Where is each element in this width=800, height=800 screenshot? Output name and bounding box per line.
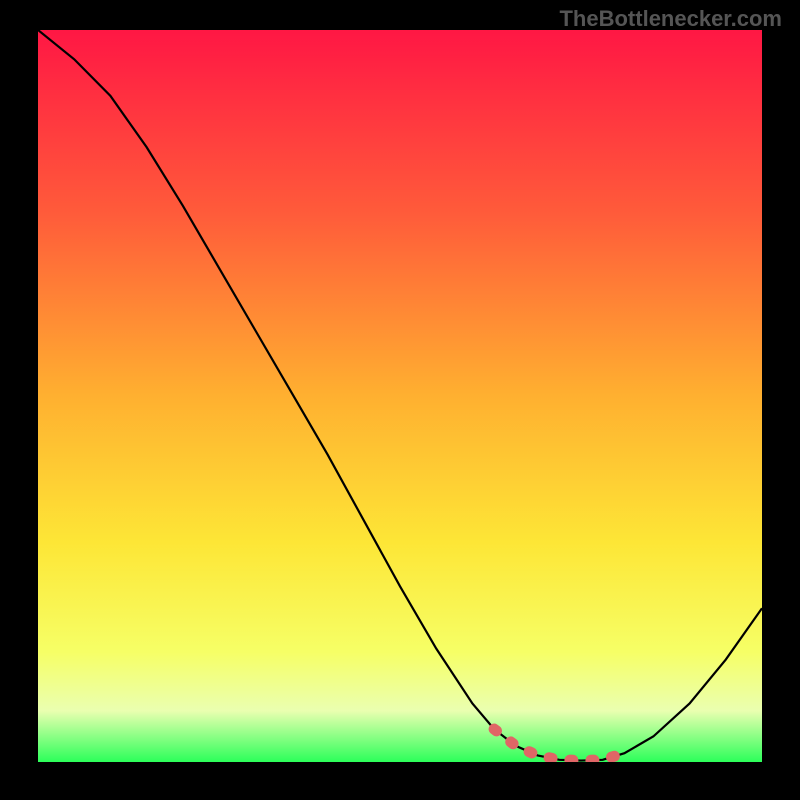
chart-container: TheBottlenecker.com — [0, 0, 800, 800]
chart-svg — [38, 30, 762, 762]
plot-area — [38, 30, 762, 762]
gradient-background — [38, 30, 762, 762]
watermark-text: TheBottlenecker.com — [559, 6, 782, 32]
